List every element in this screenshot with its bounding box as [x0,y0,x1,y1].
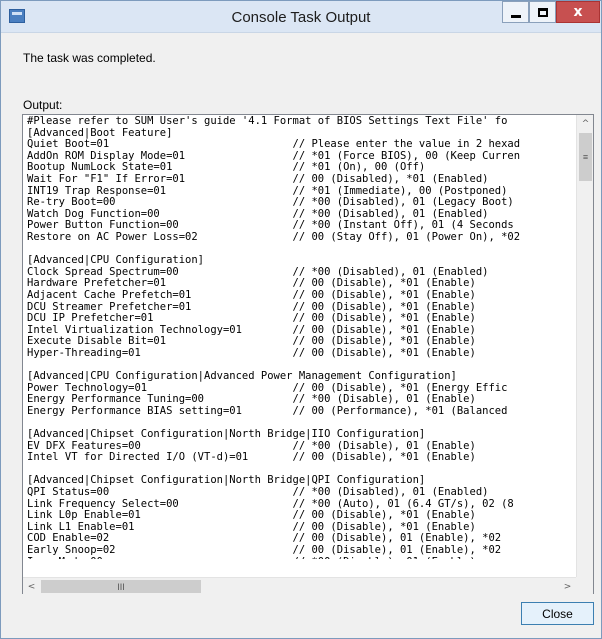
output-line: [Advanced|CPU Configuration] [27,254,205,267]
scroll-left-arrow-icon[interactable]: < [23,578,40,595]
output-line: Energy Performance BIAS setting=01 // 00… [27,404,508,417]
output-line: [Advanced|Chipset Configuration|North Br… [27,428,426,441]
output-line: Wait For "F1" If Error=01 // 00 (Disable… [27,172,489,185]
vertical-scroll-thumb[interactable]: ≡ [579,133,592,181]
output-line: Re-try Boot=00 // *00 (Disabled), 01 (Le… [27,196,514,209]
maximize-icon [537,7,548,17]
output-line: Hyper-Threading=01 // 00 (Disable), *01 … [27,346,476,359]
close-icon: x [573,4,583,20]
output-line: Early Snoop=02 // 00 (Disable), 01 (Enab… [27,543,502,556]
horizontal-scroll-thumb[interactable]: III [41,580,201,593]
output-line: QPI Status=00 // *00 (Disabled), 01 (Ena… [27,486,489,498]
minimize-button[interactable] [502,1,529,23]
scrollbar-corner [576,577,593,594]
close-window-button[interactable]: x [556,1,600,23]
output-line: Intel VT for Directed I/O (VT-d)=01 // 0… [27,451,476,464]
maximize-button[interactable] [529,1,556,23]
title-bar[interactable]: Console Task Output x [1,1,601,33]
output-text[interactable]: #Please refer to SUM User's guide '4.1 F… [27,116,575,559]
output-line: Adjacent Cache Prefetch=01 // 00 (Disabl… [27,288,476,301]
console-task-output-window: Console Task Output x The task was compl… [0,0,602,639]
output-line: #Please refer to SUM User's guide '4.1 F… [27,116,508,127]
output-label: Output: [23,98,63,112]
horizontal-scrollbar[interactable]: < III > [23,577,576,594]
scroll-right-arrow-icon[interactable]: > [559,578,576,595]
output-line: DCU IP Prefetcher=01 // 00 (Disable), *0… [27,312,476,325]
output-line: Isoc Mode=00 // *00 (Disable), 01 (Enabl… [27,556,575,559]
vertical-scrollbar[interactable]: ^ ≡ [576,115,593,577]
scroll-up-arrow-icon[interactable]: ^ [577,115,594,132]
output-line: Restore on AC Power Loss=02 // 00 (Stay … [27,230,521,243]
output-textarea[interactable]: #Please refer to SUM User's guide '4.1 F… [22,114,594,594]
output-line: [Advanced|CPU Configuration|Advanced Pow… [27,370,457,383]
minimize-icon [510,14,521,18]
completion-message: The task was completed. [23,51,156,65]
close-button[interactable]: Close [521,602,594,625]
